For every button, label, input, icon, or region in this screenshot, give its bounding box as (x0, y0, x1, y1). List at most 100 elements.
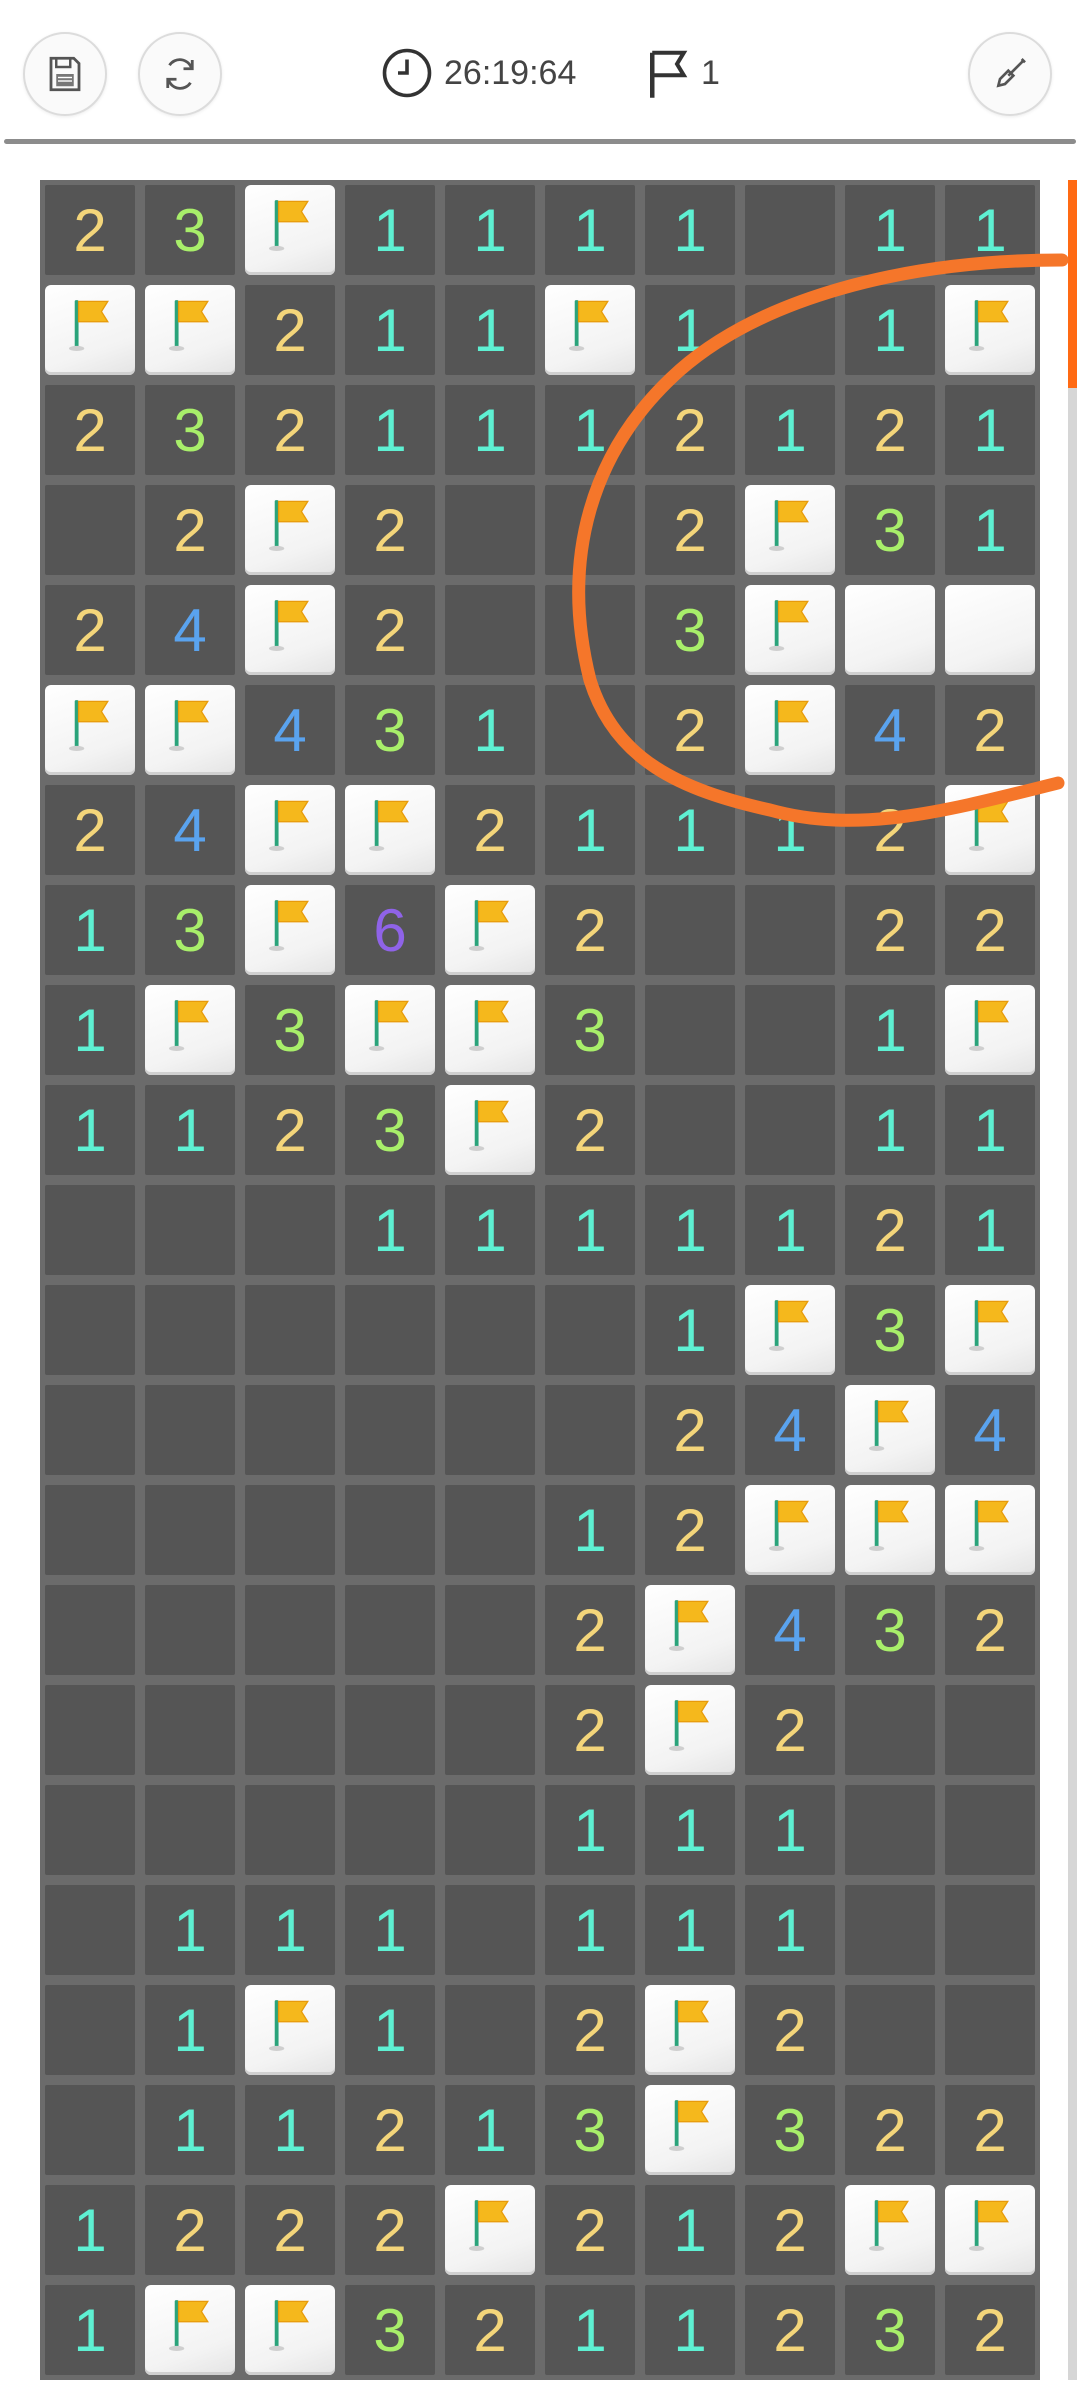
empty-cell[interactable] (445, 1685, 535, 1775)
flagged-cell[interactable] (745, 1485, 835, 1575)
empty-cell[interactable] (245, 1685, 335, 1775)
number-cell[interactable]: 2 (245, 285, 335, 375)
empty-cell[interactable] (145, 1785, 235, 1875)
number-cell[interactable]: 3 (845, 1285, 935, 1375)
number-cell[interactable]: 1 (345, 185, 435, 275)
flagged-cell[interactable] (245, 2285, 335, 2375)
number-cell[interactable]: 2 (245, 1085, 335, 1175)
flagged-cell[interactable] (445, 1085, 535, 1175)
flagged-cell[interactable] (845, 1385, 935, 1475)
minesweeper-board[interactable]: 2311111121111232111212122231242343124224… (40, 180, 1040, 2380)
flagged-cell[interactable] (145, 285, 235, 375)
number-cell[interactable]: 1 (145, 2085, 235, 2175)
number-cell[interactable]: 2 (545, 1985, 635, 2075)
number-cell[interactable]: 1 (345, 1885, 435, 1975)
empty-cell[interactable] (45, 1885, 135, 1975)
number-cell[interactable]: 1 (345, 1185, 435, 1275)
number-cell[interactable]: 2 (445, 785, 535, 875)
number-cell[interactable]: 2 (45, 585, 135, 675)
empty-cell[interactable] (45, 1385, 135, 1475)
flagged-cell[interactable] (945, 285, 1035, 375)
number-cell[interactable]: 1 (545, 185, 635, 275)
number-cell[interactable]: 2 (945, 2285, 1035, 2375)
number-cell[interactable]: 2 (45, 385, 135, 475)
number-cell[interactable]: 2 (45, 785, 135, 875)
number-cell[interactable]: 1 (645, 1285, 735, 1375)
save-button[interactable] (23, 32, 107, 116)
number-cell[interactable]: 2 (645, 1485, 735, 1575)
flagged-cell[interactable] (245, 785, 335, 875)
flagged-cell[interactable] (545, 285, 635, 375)
number-cell[interactable]: 1 (45, 1085, 135, 1175)
number-cell[interactable]: 4 (145, 585, 235, 675)
number-cell[interactable]: 1 (945, 1185, 1035, 1275)
flagged-cell[interactable] (445, 985, 535, 1075)
number-cell[interactable]: 2 (245, 2185, 335, 2275)
number-cell[interactable]: 3 (345, 685, 435, 775)
empty-cell[interactable] (645, 985, 735, 1075)
number-cell[interactable]: 1 (945, 485, 1035, 575)
empty-cell[interactable] (345, 1485, 435, 1575)
empty-cell[interactable] (445, 485, 535, 575)
empty-cell[interactable] (745, 985, 835, 1075)
empty-cell[interactable] (245, 1285, 335, 1375)
number-cell[interactable]: 1 (645, 1185, 735, 1275)
number-cell[interactable]: 3 (345, 1085, 435, 1175)
number-cell[interactable]: 2 (545, 1585, 635, 1675)
number-cell[interactable]: 3 (145, 885, 235, 975)
empty-cell[interactable] (145, 1485, 235, 1575)
number-cell[interactable]: 3 (845, 1585, 935, 1675)
flagged-cell[interactable] (945, 2185, 1035, 2275)
number-cell[interactable]: 1 (545, 2285, 635, 2375)
number-cell[interactable]: 1 (145, 1885, 235, 1975)
number-cell[interactable]: 2 (345, 485, 435, 575)
number-cell[interactable]: 3 (545, 985, 635, 1075)
empty-cell[interactable] (845, 1685, 935, 1775)
empty-cell[interactable] (45, 1185, 135, 1275)
number-cell[interactable]: 2 (845, 785, 935, 875)
flagged-cell[interactable] (645, 1985, 735, 2075)
number-cell[interactable]: 4 (745, 1385, 835, 1475)
empty-cell[interactable] (745, 285, 835, 375)
number-cell[interactable]: 2 (545, 885, 635, 975)
empty-cell[interactable] (545, 1285, 635, 1375)
number-cell[interactable]: 1 (245, 1885, 335, 1975)
empty-cell[interactable] (145, 1285, 235, 1375)
empty-cell[interactable] (245, 1785, 335, 1875)
scrollbar-thumb[interactable] (1068, 180, 1077, 388)
empty-cell[interactable] (445, 585, 535, 675)
dig-mode-button[interactable] (968, 32, 1052, 116)
empty-cell[interactable] (45, 2085, 135, 2175)
empty-cell[interactable] (945, 1785, 1035, 1875)
number-cell[interactable]: 1 (745, 785, 835, 875)
flagged-cell[interactable] (645, 2085, 735, 2175)
number-cell[interactable]: 1 (845, 285, 935, 375)
number-cell[interactable]: 3 (345, 2285, 435, 2375)
empty-cell[interactable] (45, 1985, 135, 2075)
empty-cell[interactable] (845, 1885, 935, 1975)
empty-cell[interactable] (545, 1385, 635, 1475)
flagged-cell[interactable] (145, 685, 235, 775)
number-cell[interactable]: 4 (145, 785, 235, 875)
number-cell[interactable]: 2 (745, 1685, 835, 1775)
number-cell[interactable]: 1 (645, 2285, 735, 2375)
empty-cell[interactable] (645, 1085, 735, 1175)
flagged-cell[interactable] (245, 185, 335, 275)
flagged-cell[interactable] (745, 1285, 835, 1375)
empty-cell[interactable] (745, 185, 835, 275)
number-cell[interactable]: 1 (745, 385, 835, 475)
number-cell[interactable]: 3 (145, 385, 235, 475)
number-cell[interactable]: 2 (745, 2185, 835, 2275)
number-cell[interactable]: 1 (945, 185, 1035, 275)
number-cell[interactable]: 1 (945, 385, 1035, 475)
flagged-cell[interactable] (645, 1585, 735, 1675)
empty-cell[interactable] (545, 685, 635, 775)
number-cell[interactable]: 1 (145, 1985, 235, 2075)
flagged-cell[interactable] (445, 2185, 535, 2275)
restart-button[interactable] (138, 32, 222, 116)
number-cell[interactable]: 2 (145, 485, 235, 575)
number-cell[interactable]: 2 (345, 2185, 435, 2275)
number-cell[interactable]: 1 (645, 285, 735, 375)
number-cell[interactable]: 1 (345, 385, 435, 475)
empty-cell[interactable] (445, 1785, 535, 1875)
